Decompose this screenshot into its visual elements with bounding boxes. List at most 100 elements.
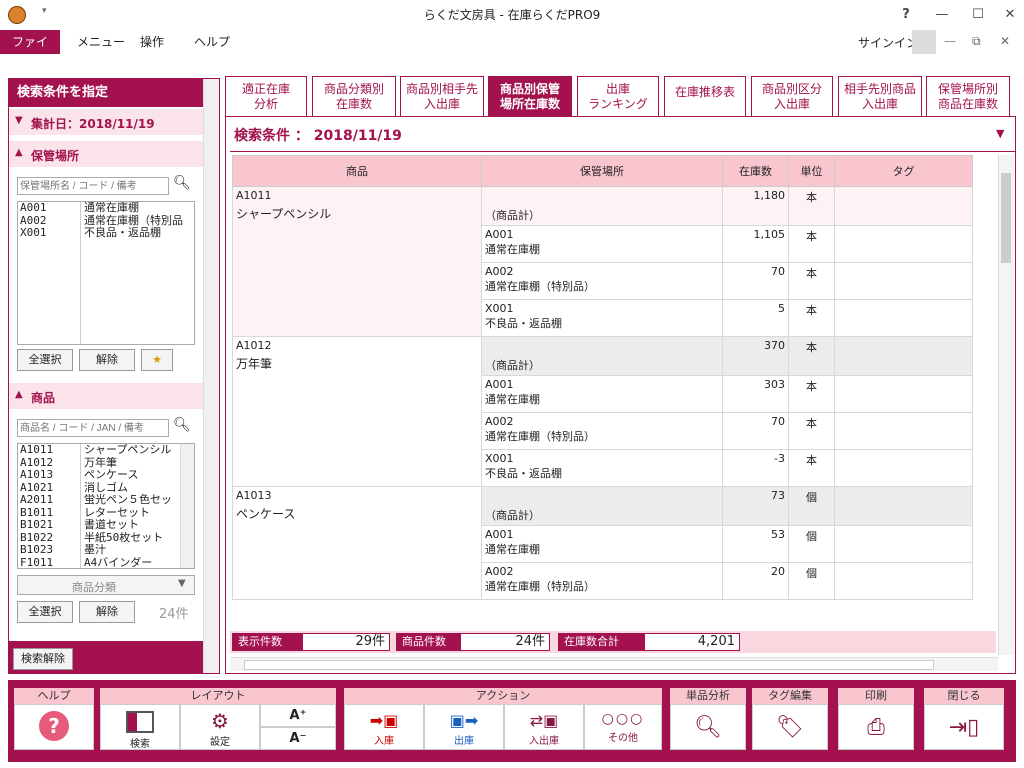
date-section[interactable]: ▼ 集計日：2018/11/19 — [9, 109, 203, 135]
location-list[interactable]: A001 通常在庫棚 A002 通常在庫棚（特別品 X001 不良品・返品棚 — [17, 201, 195, 345]
analysis-button[interactable]: 🔍︎ — [670, 704, 746, 750]
tab-shipping-ranking[interactable]: 出庫 ランキング — [577, 76, 659, 116]
list-item[interactable]: F1011 A4バインダー — [18, 557, 178, 569]
help-icon: ? — [39, 711, 69, 741]
condition-toggle-icon[interactable]: ▼ — [996, 127, 1004, 140]
magnify-report-icon: 🔍︎ — [694, 715, 722, 740]
favorite-star-icon[interactable]: ★ — [141, 349, 173, 371]
col-header-location[interactable]: 保管場所 — [481, 155, 723, 187]
list-item[interactable]: A1021 消しゴム — [18, 482, 178, 495]
receive-button[interactable]: ➡▣ 入庫 — [344, 704, 424, 750]
close-group-label: 閉じる — [924, 688, 1004, 704]
layout-group-label: レイアウト — [100, 688, 336, 704]
font-increase-button[interactable]: A⁺ — [260, 704, 336, 727]
ship-button[interactable]: ▣➡ 出庫 — [424, 704, 504, 750]
tab-product-location[interactable]: 商品別保管 場所在庫数 — [488, 76, 572, 116]
location-select-all-button[interactable]: 全選択 — [17, 349, 73, 371]
bottom-toolbar: ヘルプ ? レイアウト 検索 ⚙ 設定 A⁺ A⁻ アクション ➡▣ 入庫 ▣➡… — [8, 680, 1016, 762]
ship-box-icon: ▣➡ — [449, 711, 479, 730]
location-clear-button[interactable]: 解除 — [79, 349, 135, 371]
date-label: 集計日：2018/11/19 — [31, 117, 155, 131]
menu-operation[interactable]: 操作 — [128, 30, 176, 54]
tab-product-partner[interactable]: 商品別相手先 入出庫 — [400, 76, 484, 116]
exit-button[interactable]: ⇥▯ — [924, 704, 1004, 750]
col-header-tag[interactable]: タグ — [834, 155, 973, 187]
tag-group-label: タグ編集 — [752, 688, 828, 704]
tab-product-division[interactable]: 商品別区分 入出庫 — [751, 76, 833, 116]
search-layout-button[interactable]: 検索 — [100, 704, 180, 750]
table-row[interactable]: A1013 ペンケース （商品計） 73 個 — [232, 486, 973, 600]
tab-location-product[interactable]: 保管場所別 商品在庫数 — [926, 76, 1010, 116]
menu-menu[interactable]: メニュー — [65, 30, 137, 54]
window-title: らくだ文房具 - 在庫らくだPRO9 — [423, 8, 601, 22]
total-stock-label: 在庫数合計 — [558, 633, 644, 651]
print-group-label: 印刷 — [838, 688, 914, 704]
chevron-down-icon: ▼ — [178, 578, 186, 589]
list-item[interactable]: X001 不良品・返品棚 — [18, 226, 194, 240]
total-stock-value: 4,201 — [644, 633, 740, 651]
help-group-label: ヘルプ — [14, 688, 94, 704]
location-section[interactable]: ▲ 保管場所 — [9, 141, 203, 167]
col-header-product[interactable]: 商品 — [232, 155, 482, 187]
close-doc-icon[interactable]: ✕ — [1000, 34, 1010, 48]
help-icon[interactable]: ? — [890, 0, 922, 30]
list-item[interactable]: B1011 レターセット — [18, 507, 178, 520]
tab-partner-product[interactable]: 相手先別商品 入出庫 — [838, 76, 922, 116]
tab-stock-trend[interactable]: 在庫推移表 — [664, 76, 746, 116]
status-bar: 表示件数 29件 商品件数 24件 在庫数合計 4,201 — [230, 631, 996, 653]
scrollbar[interactable] — [180, 444, 194, 568]
help-button[interactable]: ? — [14, 704, 94, 750]
vertical-scrollbar[interactable] — [998, 155, 1014, 655]
tag-edit-button[interactable]: 🏷︎ — [752, 704, 828, 750]
list-item[interactable]: B1023 墨汁 — [18, 544, 178, 557]
table-row[interactable]: A1012 万年筆 （商品計） 370 本 — [232, 336, 973, 487]
product-clear-button[interactable]: 解除 — [79, 601, 135, 623]
list-item[interactable]: A2011 蛍光ペン５色セッ — [18, 494, 178, 507]
product-select-all-button[interactable]: 全選択 — [17, 601, 73, 623]
menu-file[interactable]: ファイル — [0, 30, 60, 73]
list-item[interactable]: B1021 書道セット — [18, 519, 178, 532]
signin-link[interactable]: サインイン — [858, 34, 918, 51]
minimize-button[interactable]: — — [926, 0, 958, 30]
search-icon[interactable]: 🔍︎ — [173, 175, 191, 191]
product-search-input[interactable] — [17, 419, 169, 437]
category-select[interactable]: 商品分類 ▼ — [17, 575, 195, 595]
inout-icon: ⇄▣ — [529, 711, 559, 730]
product-count: 24件 — [159, 607, 189, 622]
ribbon-min-icon[interactable]: — — [944, 34, 956, 48]
inout-button[interactable]: ⇄▣ 入出庫 — [504, 704, 584, 750]
list-item[interactable]: A1011 シャープペンシル — [18, 444, 178, 457]
settings-button[interactable]: ⚙ 設定 — [180, 704, 260, 750]
display-count-value: 29件 — [302, 633, 390, 651]
more-icon: ○○○ — [601, 711, 645, 727]
restore-icon[interactable]: ⧉ — [972, 34, 981, 49]
main-panel: 検索条件 ： 2018/11/19 ▼ 商品 保管場所 在庫数 単位 タグ A1… — [225, 116, 1016, 674]
location-search-input[interactable] — [17, 177, 169, 195]
search-icon[interactable]: 🔍︎ — [173, 417, 191, 433]
horizontal-scrollbar[interactable] — [230, 657, 998, 671]
table-row[interactable]: A1011 シャープペンシル （商品計） 1,180 本 — [232, 186, 973, 337]
col-header-qty[interactable]: 在庫数 — [722, 155, 789, 187]
search-panel: 検索条件を指定 ▼ 集計日：2018/11/19 ▲ 保管場所 🔍︎ A001通… — [8, 78, 220, 674]
close-button[interactable]: ✕ — [994, 0, 1024, 30]
search-clear-button[interactable]: 検索解除 — [13, 648, 73, 670]
product-list[interactable]: A1011 シャープペンシル A1012 万年筆 A1013 ペンケース A1021 消… — [17, 443, 195, 569]
font-decrease-button[interactable]: A⁻ — [260, 727, 336, 750]
avatar[interactable] — [912, 30, 936, 54]
expand-icon: ▲ — [15, 147, 23, 158]
maximize-button[interactable]: ☐ — [962, 0, 994, 30]
print-button[interactable]: ⎙ — [838, 704, 914, 750]
left-scrollbar[interactable] — [203, 79, 219, 673]
other-button[interactable]: ○○○ その他 — [584, 704, 662, 750]
menu-help[interactable]: ヘルプ — [182, 30, 242, 54]
collapse-icon: ▼ — [15, 115, 23, 126]
search-condition: 検索条件 ： 2018/11/19 — [234, 128, 402, 144]
product-section[interactable]: ▲ 商品 — [9, 383, 203, 409]
list-item[interactable]: A1012 万年筆 — [18, 457, 178, 470]
tab-optimal-stock[interactable]: 適正在庫 分析 — [225, 76, 307, 116]
product-count-label: 商品件数 — [396, 633, 460, 651]
tab-category-stock[interactable]: 商品分類別 在庫数 — [312, 76, 396, 116]
list-item[interactable]: B1022 半紙50枚セット — [18, 532, 178, 545]
col-header-unit[interactable]: 単位 — [788, 155, 835, 187]
list-item[interactable]: A1013 ペンケース — [18, 469, 178, 482]
